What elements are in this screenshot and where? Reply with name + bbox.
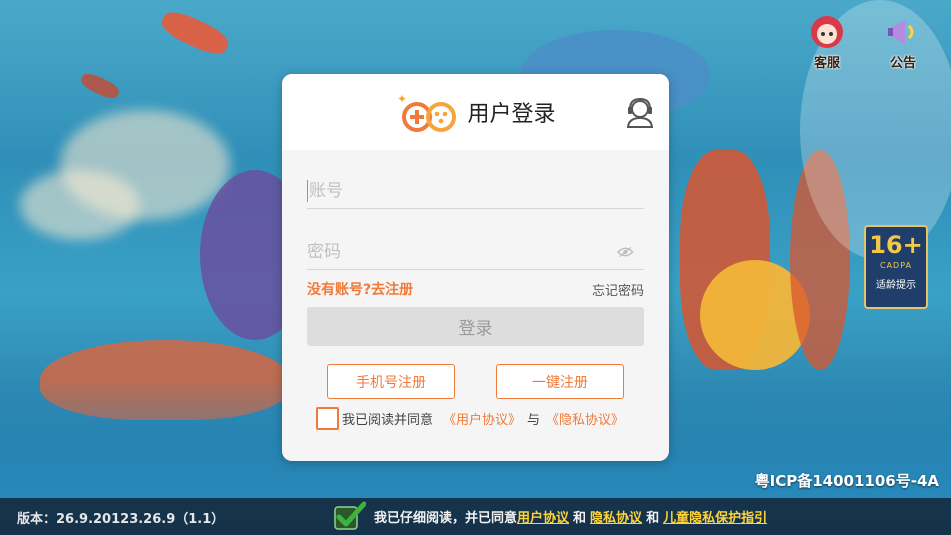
login-dialog: ✦ 用户登录 账号 没有账号?去注册 忘记密码 登录 手机号注册 一键注册 我已… (282, 74, 669, 461)
megaphone-icon (885, 14, 921, 50)
agreement-row: 我已阅读并同意 《用户协议》 与 《隐私协议》 (316, 407, 624, 430)
customer-service-button[interactable]: 客服 (804, 14, 850, 74)
age-rating-org: CADPA (879, 261, 912, 270)
gamepad-logo-icon: ✦ (395, 89, 457, 135)
footer-user-agreement-link[interactable]: 用户协议 (517, 507, 569, 526)
svg-text:✦: ✦ (397, 92, 407, 106)
password-input[interactable] (307, 241, 618, 262)
login-dialog-header: ✦ 用户登录 (282, 74, 669, 150)
agreement-prefix: 我已阅读并同意 (342, 413, 434, 428)
footer-privacy-agreement-link[interactable]: 隐私协议 (590, 507, 642, 526)
footer-bar: 版本：26.9.20123.26.9（1.1） 我已仔细阅读，并已同意 用户协议… (0, 498, 951, 535)
rocket-shape (157, 6, 233, 60)
age-rating-badge: 16+ CADPA 适龄提示 (864, 225, 928, 309)
consent-prefix: 我已仔细阅读，并已同意 (374, 510, 518, 526)
customer-service-label: 客服 (813, 56, 840, 71)
phone-register-button[interactable]: 手机号注册 (327, 364, 455, 399)
girl-avatar-icon (809, 14, 845, 50)
text-caret (307, 179, 308, 202)
login-title: 用户登录 (467, 102, 556, 127)
notice-button[interactable]: 公告 (880, 14, 926, 74)
headset-support-icon[interactable] (625, 96, 655, 128)
footer-consent: 我已仔细阅读，并已同意 用户协议 和 隐私协议 和 儿童隐私保护指引 (334, 501, 767, 531)
privacy-agreement-link[interactable]: 《隐私协议》 (546, 409, 624, 428)
quick-register-button[interactable]: 一键注册 (496, 364, 624, 399)
consent-and: 和 (573, 510, 587, 526)
footer-child-privacy-link[interactable]: 儿童隐私保护指引 (663, 507, 767, 526)
account-input[interactable] (309, 180, 644, 201)
age-rating-hint: 适龄提示 (876, 280, 916, 291)
consent-and: 和 (646, 510, 660, 526)
cloud-shape (20, 170, 140, 240)
version-text: 版本：26.9.20123.26.9（1.1） (17, 512, 225, 527)
green-check-icon[interactable] (334, 501, 366, 531)
register-link[interactable]: 没有账号?去注册 (307, 279, 413, 299)
user-agreement-link[interactable]: 《用户协议》 (443, 409, 521, 428)
rocket-shape (78, 70, 122, 102)
login-button[interactable]: 登录 (307, 307, 644, 346)
age-rating-number: 16+ (869, 231, 923, 259)
password-field (307, 234, 644, 270)
agreement-checkbox[interactable] (316, 407, 339, 430)
icp-record: 粤ICP备14001106号-4A (754, 472, 939, 490)
account-field (307, 173, 644, 209)
forgot-password-link[interactable]: 忘记密码 (592, 280, 644, 299)
notice-label: 公告 (889, 56, 916, 71)
eye-toggle-icon[interactable] (617, 246, 634, 258)
agreement-conjunction: 与 (527, 413, 541, 428)
